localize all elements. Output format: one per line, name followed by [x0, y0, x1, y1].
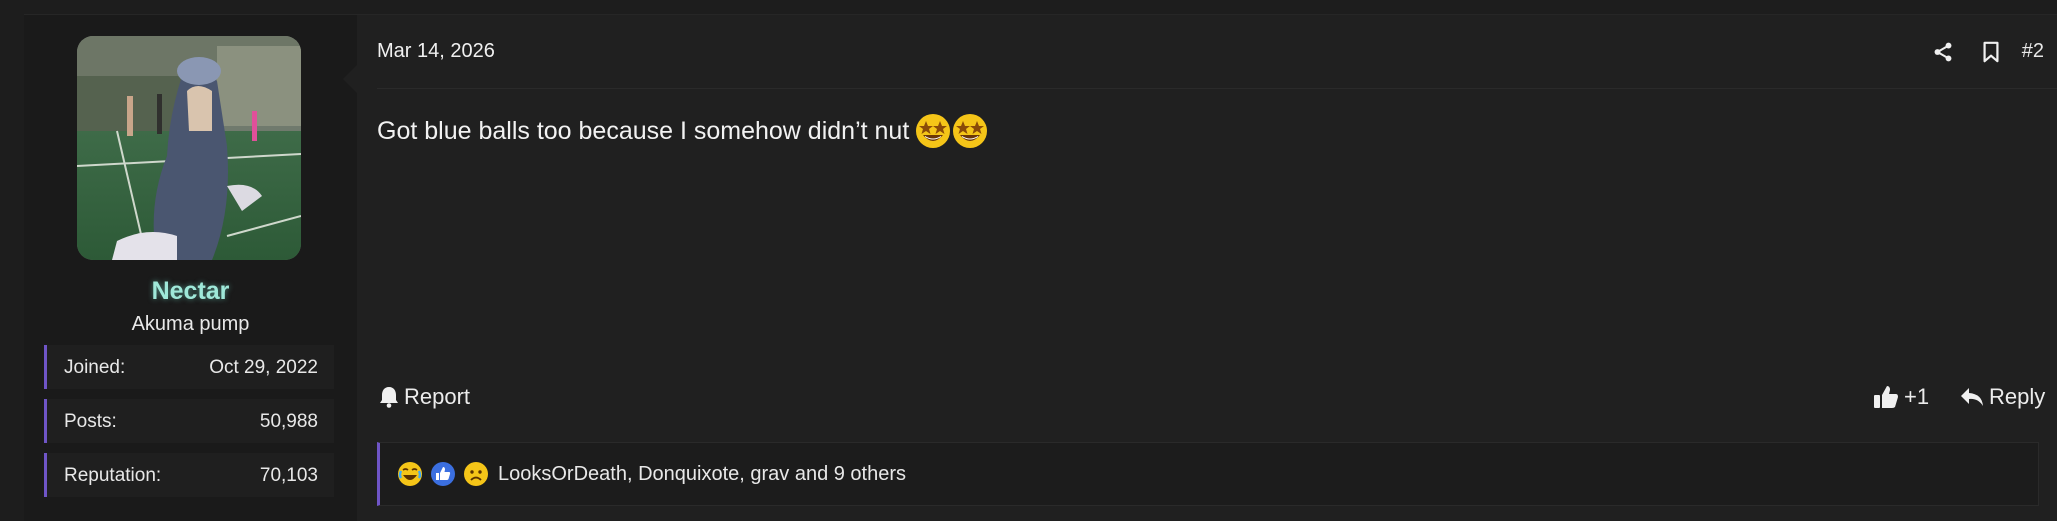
like-count: +1 [1904, 384, 1930, 409]
post-main: Mar 14, 2026 #2 Got blue balls too becau… [343, 15, 2057, 521]
avatar-image [77, 36, 301, 260]
share-icon[interactable] [1929, 38, 1957, 66]
stat-joined: Joined: Oct 29, 2022 [44, 345, 334, 389]
stat-label: Joined: [64, 357, 126, 378]
stat-value: Oct 29, 2022 [209, 357, 318, 378]
reactions-list[interactable]: LooksOrDeath, Donquixote, grav and 9 oth… [498, 463, 906, 486]
stat-value: 70,103 [259, 465, 318, 486]
username[interactable]: Nectar [24, 277, 357, 306]
stat-posts: Posts: 50,988 [44, 399, 334, 443]
like-button[interactable]: +1 [1873, 384, 1929, 410]
user-title: Akuma pump [131, 313, 250, 335]
sad-reaction-icon [463, 461, 489, 487]
header-divider [377, 88, 2057, 89]
post-arrow-notch [343, 65, 357, 93]
bookmark-icon[interactable] [1977, 38, 2005, 66]
star-struck-emoji [953, 114, 988, 148]
page: Nectar Akuma pump Joined: Oct 29, 2022 P… [0, 0, 2057, 521]
thumbs-up-icon [1874, 386, 1898, 408]
post-body: Got blue balls too because I somehow did… [377, 113, 988, 149]
stat-label: Posts: [64, 411, 117, 432]
reply-label: Reply [1989, 384, 2046, 409]
report-button[interactable]: Report [379, 384, 470, 410]
post-number-link[interactable]: #2 [2022, 40, 2044, 63]
reply-arrow-icon [1961, 388, 1983, 406]
like-reaction-icon [430, 461, 456, 487]
stat-value: 50,988 [259, 411, 318, 432]
avatar[interactable] [77, 36, 301, 260]
reply-button[interactable]: Reply [1960, 384, 2045, 410]
report-label: Report [404, 384, 471, 409]
star-struck-emoji [916, 114, 951, 148]
post-text: Got blue balls too because I somehow did… [377, 116, 910, 145]
forum-post: Nectar Akuma pump Joined: Oct 29, 2022 P… [24, 15, 2057, 521]
post-emojis [915, 113, 988, 149]
post-date[interactable]: Mar 14, 2026 [377, 40, 495, 63]
laughing-crying-reaction-icon [397, 461, 423, 487]
bell-icon [380, 387, 398, 408]
stat-label: Reputation: [64, 465, 162, 486]
stat-reputation: Reputation: 70,103 [44, 453, 334, 497]
user-sidebar: Nectar Akuma pump Joined: Oct 29, 2022 P… [24, 15, 357, 521]
reactions-bar[interactable]: LooksOrDeath, Donquixote, grav and 9 oth… [377, 442, 2039, 506]
